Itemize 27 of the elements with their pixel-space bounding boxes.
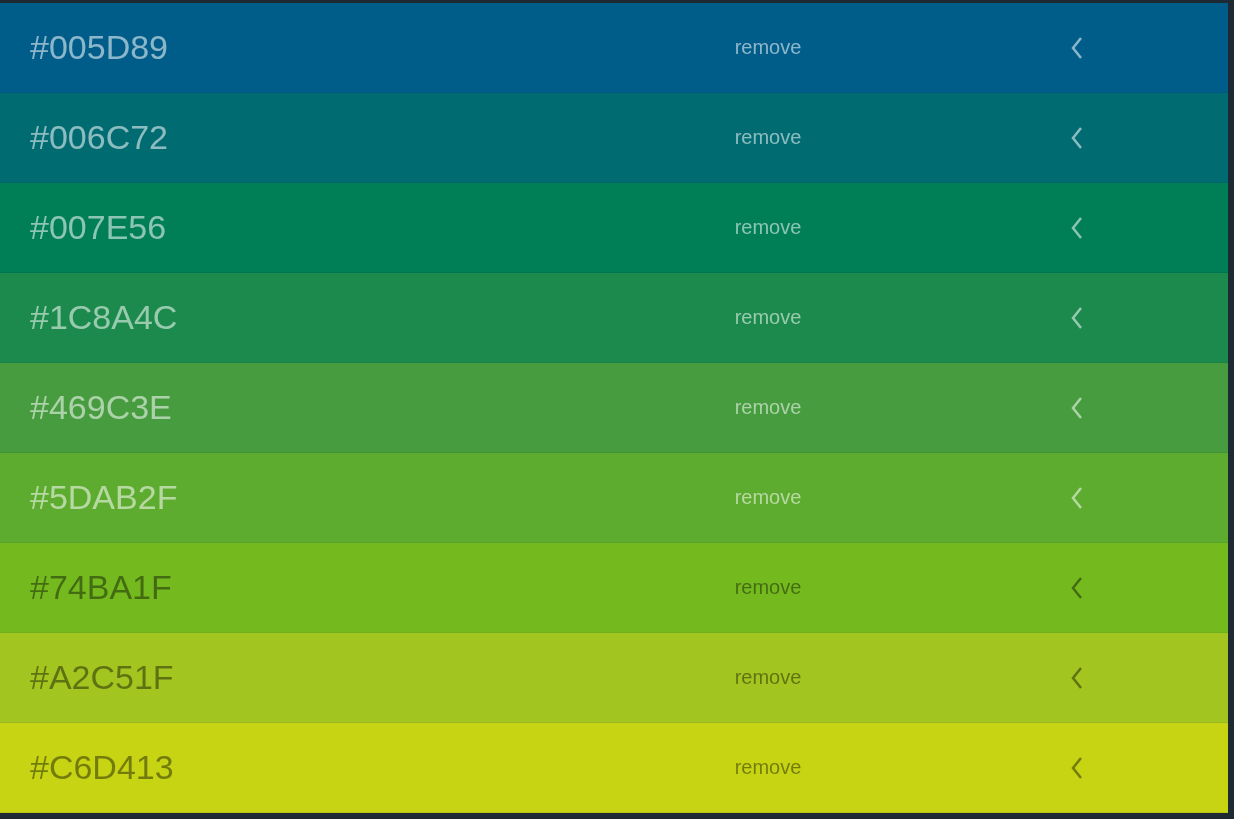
remove-button[interactable]: remove (734, 666, 802, 689)
chevron-left-icon[interactable] (1070, 485, 1084, 510)
hex-code: #5DAB2F (30, 478, 178, 517)
chevron-left-icon[interactable] (1070, 215, 1084, 240)
hex-code: #007E56 (30, 208, 167, 247)
hex-code: #A2C51F (30, 658, 174, 697)
remove-button[interactable]: remove (734, 756, 802, 779)
chevron-left-icon[interactable] (1070, 755, 1084, 780)
hex-code: #74BA1F (30, 568, 172, 607)
hex-code: #1C8A4C (30, 298, 178, 337)
remove-button[interactable]: remove (734, 36, 802, 59)
hex-code: #006C72 (30, 118, 168, 157)
hex-code: #469C3E (30, 388, 172, 427)
remove-button[interactable]: remove (734, 396, 802, 419)
chevron-left-icon[interactable] (1070, 395, 1084, 420)
chevron-left-icon[interactable] (1070, 35, 1084, 60)
hex-code: #005D89 (30, 28, 168, 67)
remove-button[interactable]: remove (734, 216, 802, 239)
chevron-left-icon[interactable] (1070, 575, 1084, 600)
remove-button[interactable]: remove (734, 576, 802, 599)
remove-button[interactable]: remove (734, 486, 802, 509)
chevron-left-icon[interactable] (1070, 665, 1084, 690)
hex-code: #C6D413 (30, 748, 174, 787)
chevron-left-icon[interactable] (1070, 125, 1084, 150)
remove-button[interactable]: remove (734, 126, 802, 149)
remove-button[interactable]: remove (734, 306, 802, 329)
chevron-left-icon[interactable] (1070, 305, 1084, 330)
